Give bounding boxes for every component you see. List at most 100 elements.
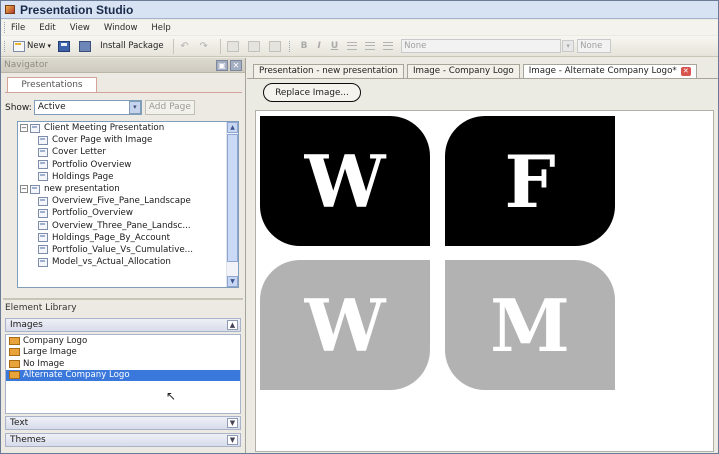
tree-item-label: Holdings_Page_By_Account bbox=[52, 232, 170, 243]
new-button[interactable]: New ▾ bbox=[11, 38, 53, 55]
presentation-icon bbox=[30, 123, 40, 133]
copy-button[interactable] bbox=[246, 38, 264, 55]
tree-page-node[interactable]: Overview_Three_Pane_Landsc... bbox=[18, 220, 238, 232]
image-list-item[interactable]: No Image bbox=[6, 358, 240, 370]
chevron-up-icon[interactable]: ▲ bbox=[227, 320, 238, 330]
chevron-down-icon[interactable]: ▾ bbox=[128, 101, 141, 114]
navigator-title: Navigator bbox=[4, 60, 49, 70]
font-name-dropdown-icon[interactable]: ▾ bbox=[562, 40, 575, 52]
tree-page-node[interactable]: Model_vs_Actual_Allocation bbox=[18, 256, 238, 268]
undo-icon: ↶ bbox=[180, 40, 189, 52]
tree-item-label: Client Meeting Presentation bbox=[44, 123, 165, 134]
collapse-icon[interactable]: − bbox=[20, 124, 28, 133]
tree-page-node[interactable]: Portfolio_Overview bbox=[18, 207, 238, 219]
align-center-icon[interactable] bbox=[365, 42, 376, 50]
menu-view[interactable]: View bbox=[70, 23, 90, 33]
mouse-cursor-icon: ↖ bbox=[166, 389, 177, 403]
redo-button[interactable]: ↷ bbox=[197, 38, 213, 55]
paste-button[interactable] bbox=[267, 38, 285, 55]
align-left-icon[interactable] bbox=[347, 42, 358, 50]
image-list-item[interactable]: Company Logo bbox=[6, 335, 240, 347]
page-icon bbox=[38, 135, 48, 145]
install-package-button[interactable]: Install Package bbox=[98, 38, 166, 55]
redo-icon: ↷ bbox=[199, 40, 208, 52]
image-list-item[interactable]: Alternate Company Logo bbox=[6, 369, 240, 381]
tree-presentation-node[interactable]: − new presentation bbox=[18, 183, 238, 195]
tree-item-label: Overview_Three_Pane_Landsc... bbox=[52, 220, 191, 231]
save-button[interactable] bbox=[56, 38, 74, 55]
toolbar-separator bbox=[219, 38, 221, 54]
image-icon bbox=[9, 359, 20, 368]
document-tab-label: Image - Alternate Company Logo* bbox=[528, 66, 677, 76]
images-header-label: Images bbox=[10, 320, 43, 330]
replace-image-label: Replace Image... bbox=[275, 87, 349, 98]
themes-section-header[interactable]: Themes ▼ bbox=[5, 433, 241, 447]
close-tab-icon[interactable]: ✕ bbox=[680, 67, 691, 76]
pin-icon[interactable]: ▣ bbox=[216, 59, 228, 71]
images-section-header[interactable]: Images ▲ bbox=[5, 318, 241, 332]
menu-edit[interactable]: Edit bbox=[39, 23, 55, 33]
italic-button[interactable]: I bbox=[317, 41, 320, 51]
font-name-combo[interactable]: None bbox=[401, 39, 562, 53]
align-right-icon[interactable] bbox=[383, 42, 394, 50]
add-page-button[interactable]: Add Page bbox=[144, 100, 195, 115]
chevron-down-icon[interactable]: ▼ bbox=[227, 418, 238, 428]
image-canvas: W F W M bbox=[255, 110, 714, 452]
tab-presentations[interactable]: Presentations bbox=[7, 77, 97, 93]
tree-page-node[interactable]: Cover Page with Image bbox=[18, 134, 238, 146]
presentation-tree: − Client Meeting Presentation Cover Page w… bbox=[17, 121, 239, 288]
tree-page-node[interactable]: Portfolio_Value_Vs_Cumulative... bbox=[18, 244, 238, 256]
image-icon bbox=[9, 348, 20, 357]
menu-help[interactable]: Help bbox=[151, 23, 170, 33]
menu-file[interactable]: File bbox=[11, 23, 25, 33]
tree-presentation-node[interactable]: − Client Meeting Presentation bbox=[18, 122, 238, 134]
page-icon bbox=[38, 147, 48, 157]
app-window: Presentation Studio File Edit View Windo… bbox=[0, 0, 719, 454]
logo-block-m: M bbox=[445, 260, 615, 390]
scroll-up-icon[interactable]: ▲ bbox=[227, 122, 238, 133]
toolbar-grip bbox=[4, 40, 7, 52]
image-list-item[interactable]: Large Image bbox=[6, 347, 240, 359]
cut-button[interactable] bbox=[225, 38, 243, 55]
collapse-icon[interactable]: − bbox=[20, 185, 28, 194]
tree-page-node[interactable]: Portfolio Overview bbox=[18, 159, 238, 171]
tree-item-label: Portfolio_Value_Vs_Cumulative... bbox=[52, 244, 193, 255]
themes-header-label: Themes bbox=[10, 435, 46, 445]
bold-button[interactable]: B bbox=[301, 41, 308, 51]
app-icon bbox=[5, 5, 15, 14]
tree-page-node[interactable]: Overview_Five_Pane_Landscape bbox=[18, 195, 238, 207]
package-button[interactable] bbox=[77, 38, 95, 55]
navigator-header: Navigator ▣ ✕ bbox=[1, 58, 245, 73]
tree-page-node[interactable]: Cover Letter bbox=[18, 146, 238, 158]
scroll-thumb[interactable] bbox=[227, 134, 238, 262]
document-tab-label: Presentation - new presentation bbox=[259, 66, 398, 76]
font-size-combo[interactable]: None bbox=[577, 39, 612, 53]
document-tab[interactable]: Image - Company Logo bbox=[406, 64, 520, 78]
replace-image-button[interactable]: Replace Image... bbox=[263, 83, 361, 102]
close-icon[interactable]: ✕ bbox=[230, 59, 242, 71]
scroll-down-icon[interactable]: ▼ bbox=[227, 276, 238, 287]
image-item-label: Large Image bbox=[23, 347, 77, 358]
undo-button[interactable]: ↶ bbox=[178, 38, 194, 55]
tree-page-node[interactable]: Holdings_Page_By_Account bbox=[18, 232, 238, 244]
tree-item-label: Holdings Page bbox=[52, 171, 114, 182]
underline-button[interactable]: U bbox=[331, 41, 338, 51]
tree-scrollbar[interactable]: ▲ ▼ bbox=[226, 122, 238, 287]
image-item-label: Company Logo bbox=[23, 335, 88, 346]
tree-item-label: Model_vs_Actual_Allocation bbox=[52, 257, 171, 268]
presentation-icon bbox=[30, 184, 40, 194]
document-tab[interactable]: Image - Alternate Company Logo* ✕ bbox=[522, 64, 697, 78]
document-tab[interactable]: Presentation - new presentation bbox=[253, 64, 404, 78]
chevron-down-icon[interactable]: ▼ bbox=[227, 435, 238, 445]
text-section-header[interactable]: Text ▼ bbox=[5, 416, 241, 430]
element-library-title: Element Library bbox=[5, 303, 77, 313]
menu-window[interactable]: Window bbox=[104, 23, 138, 33]
show-select[interactable]: Active bbox=[33, 100, 142, 115]
page-icon bbox=[38, 208, 48, 218]
tree-item-label: Portfolio_Overview bbox=[52, 208, 133, 219]
page-icon bbox=[38, 172, 48, 182]
image-item-label: No Image bbox=[23, 358, 65, 369]
navigator-panel: Navigator ▣ ✕ Presentations Show: Active… bbox=[1, 58, 246, 453]
tree-page-node[interactable]: Holdings Page bbox=[18, 171, 238, 183]
splitter[interactable] bbox=[3, 298, 243, 300]
